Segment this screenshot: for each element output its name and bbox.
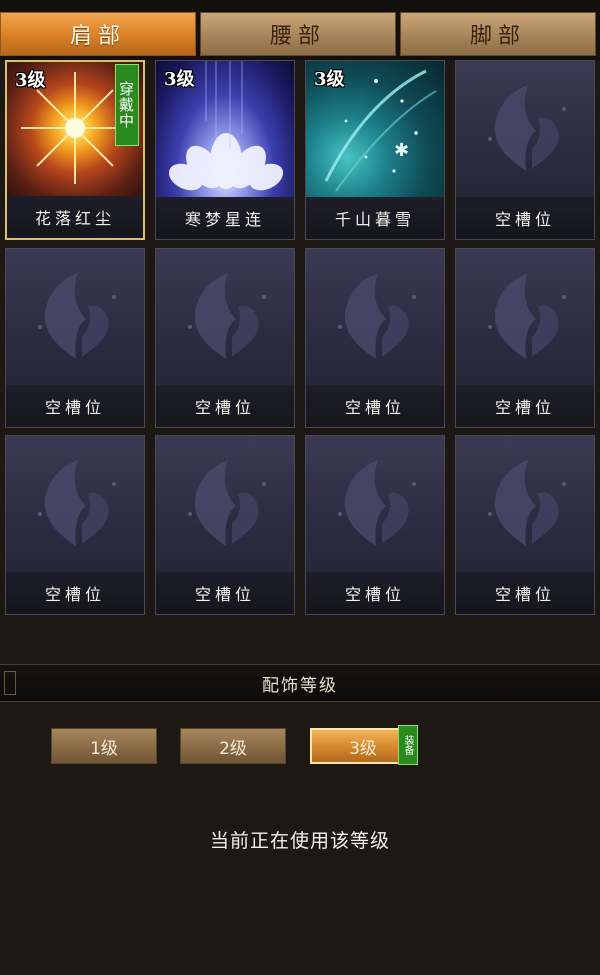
butterfly-icon xyxy=(188,460,266,546)
slot-card[interactable]: 3级 寒梦星连 xyxy=(155,60,295,240)
empty-slot-art xyxy=(6,249,144,387)
section-header: 配饰等级 xyxy=(0,664,600,702)
slot-label: 空槽位 xyxy=(156,385,294,427)
slot-label: 空槽位 xyxy=(456,572,594,614)
butterfly-icon xyxy=(488,273,566,359)
slot-card[interactable]: ✱ 3级 千山暮雪 xyxy=(305,60,445,240)
slot-card[interactable]: 空槽位 xyxy=(455,435,595,615)
slot-level: 3级 xyxy=(314,69,345,90)
slot-label: 空槽位 xyxy=(6,385,144,427)
empty-slot-art xyxy=(306,436,444,574)
slot-card[interactable]: 空槽位 xyxy=(155,248,295,428)
slot-label: 花落红尘 xyxy=(7,196,143,238)
butterfly-icon xyxy=(338,273,416,359)
worn-badge: 穿戴中 xyxy=(115,64,139,146)
slot-card[interactable]: 空槽位 xyxy=(455,248,595,428)
slot-card[interactable]: 3级 穿戴中 花落红尘 xyxy=(5,60,145,240)
empty-slot-art xyxy=(456,249,594,387)
svg-text:✱: ✱ xyxy=(394,140,409,161)
section-title: 配饰等级 xyxy=(262,675,338,696)
empty-slot-art xyxy=(156,436,294,574)
tab-feet[interactable]: 脚部 xyxy=(400,12,596,56)
tab-waist[interactable]: 腰部 xyxy=(200,12,396,56)
slot-card[interactable]: 空槽位 xyxy=(305,435,445,615)
slot-label: 空槽位 xyxy=(306,385,444,427)
equipped-badge: 装备 xyxy=(398,725,418,765)
level-2-button[interactable]: 2级 xyxy=(180,728,286,764)
empty-slot-art xyxy=(306,249,444,387)
empty-slot-art xyxy=(156,249,294,387)
slot-card[interactable]: 空槽位 xyxy=(305,248,445,428)
slot-level: 3级 xyxy=(15,70,46,91)
slot-label: 空槽位 xyxy=(156,572,294,614)
status-text: 当前正在使用该等级 xyxy=(209,830,390,852)
butterfly-icon xyxy=(188,273,266,359)
slot-level: 3级 xyxy=(164,69,195,90)
slot-label: 千山暮雪 xyxy=(306,197,444,239)
butterfly-icon xyxy=(488,85,566,171)
empty-slot-art xyxy=(456,436,594,574)
tab-shoulder[interactable]: 肩部 xyxy=(0,12,196,56)
slot-label: 空槽位 xyxy=(456,385,594,427)
slot-label: 空槽位 xyxy=(6,572,144,614)
slot-label: 空槽位 xyxy=(306,572,444,614)
butterfly-icon xyxy=(338,460,416,546)
slot-label: 寒梦星连 xyxy=(156,197,294,239)
header-ornament xyxy=(4,671,16,695)
butterfly-icon xyxy=(38,460,116,546)
slot-card[interactable]: 空槽位 xyxy=(155,435,295,615)
empty-slot-art xyxy=(456,61,594,199)
slot-card[interactable]: 空槽位 xyxy=(5,248,145,428)
butterfly-icon xyxy=(488,460,566,546)
empty-slot-art xyxy=(6,436,144,574)
slot-card[interactable]: 空槽位 xyxy=(455,60,595,240)
slot-card[interactable]: 空槽位 xyxy=(5,435,145,615)
level-1-button[interactable]: 1级 xyxy=(51,728,157,764)
slot-label: 空槽位 xyxy=(456,197,594,239)
tab-bar: 肩部 腰部 脚部 xyxy=(0,0,600,60)
butterfly-icon xyxy=(38,273,116,359)
